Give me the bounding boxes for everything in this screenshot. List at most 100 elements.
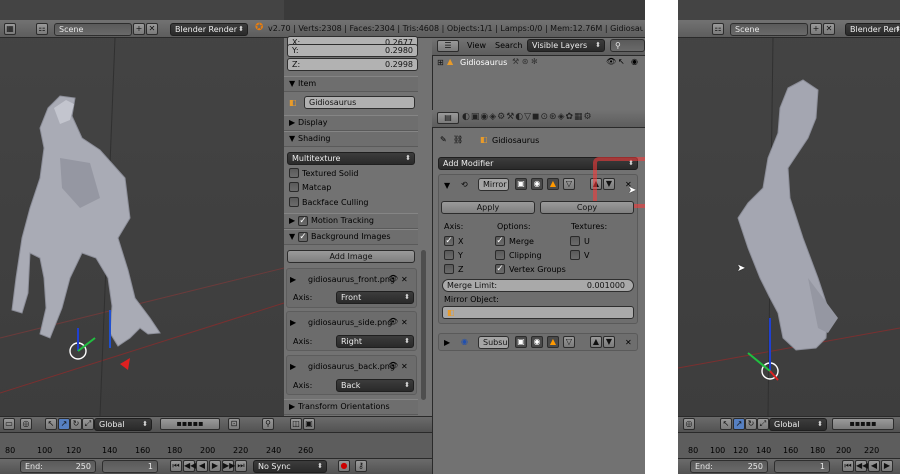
right-translate-icon[interactable]: ↗ [733, 418, 745, 430]
subsurf-expand-icon[interactable]: ▶ [444, 338, 450, 348]
location-y-field[interactable]: Y: 0.2980 [287, 44, 418, 57]
subsurf-cage-icon[interactable]: ▽ [563, 336, 575, 348]
axis-y-checkbox[interactable] [444, 250, 454, 260]
vertex-groups-checkbox[interactable]: ✓ [495, 264, 505, 274]
bg-back-expand-icon[interactable]: ▶ [290, 362, 296, 372]
subsurf-name-field[interactable]: Subsur [478, 336, 509, 349]
snap-icon[interactable]: ⚲ [262, 418, 274, 430]
jump-start-icon[interactable]: ⏮ [170, 460, 182, 472]
subsurf-render-icon[interactable]: ▣ [515, 336, 527, 348]
mirror-name-field[interactable]: Mirror [478, 178, 509, 191]
right-render-engine-menu[interactable]: Blender Ren [845, 23, 900, 36]
matcap-checkbox[interactable] [289, 182, 299, 192]
bg-side-remove-icon[interactable]: ✕ [401, 318, 408, 328]
bg-front-remove-icon[interactable]: ✕ [401, 275, 408, 285]
object-name-field[interactable]: Gidiosaurus [304, 96, 415, 109]
layer-buttons-icon[interactable]: ▪▪▪▪▪ [160, 418, 220, 430]
next-key-icon[interactable]: ▶▶ [222, 460, 235, 472]
right-orientation-menu[interactable]: Global [769, 418, 827, 431]
bg-back-remove-icon[interactable]: ✕ [401, 362, 408, 372]
bg-side-eye-icon[interactable]: 👁 [388, 317, 398, 327]
right-play-icon[interactable]: ▶ [881, 460, 893, 472]
motion-tracking-checkbox[interactable]: ✓ [298, 216, 308, 226]
mirror-object-field[interactable]: ◧ [442, 306, 634, 319]
bg-back-axis-menu[interactable]: Back [336, 379, 414, 392]
mirror-collapse-icon[interactable]: ▼ [444, 181, 450, 191]
pivot-icon[interactable]: ◎ [20, 418, 32, 430]
right-scene-add-icon[interactable]: + [810, 23, 822, 35]
jump-end-icon[interactable]: ⏭ [235, 460, 247, 472]
mirror-view-icon[interactable]: ◉ [531, 178, 543, 190]
editor-type-icon[interactable]: ▦ [4, 23, 16, 35]
current-frame-field[interactable]: 1 [102, 460, 158, 473]
mirror-render-icon[interactable]: ▣ [515, 178, 527, 190]
outliner-expand-icon[interactable]: ⊞ [437, 58, 444, 68]
merge-checkbox[interactable]: ✓ [495, 236, 505, 246]
right-play-reverse-icon[interactable]: ◀ [868, 460, 880, 472]
bg-front-expand-icon[interactable]: ▶ [290, 275, 296, 285]
right-scale-icon[interactable]: ⤢ [757, 418, 769, 430]
bg-back-eye-icon[interactable]: 👁 [388, 361, 398, 371]
mirror-edit-icon[interactable]: ▲ [547, 178, 559, 190]
scene-add-icon[interactable]: + [133, 23, 145, 35]
merge-limit-field[interactable]: Merge Limit: 0.001000 [442, 279, 634, 292]
bg-side-axis-menu[interactable]: Right [336, 335, 414, 348]
outliner-editor-icon[interactable]: ☰ [437, 40, 459, 52]
end-frame-field[interactable]: End: 250 [20, 460, 96, 473]
texture-u-checkbox[interactable] [570, 236, 580, 246]
apply-button[interactable]: Apply [441, 201, 535, 214]
subsurf-move-down-icon[interactable]: ▼ [603, 336, 615, 348]
texture-v-checkbox[interactable] [570, 250, 580, 260]
n-panel-scrollbar[interactable] [421, 250, 426, 400]
right-manipulator-icon[interactable]: ↖ [720, 418, 732, 430]
axis-x-checkbox[interactable]: ✓ [444, 236, 454, 246]
bg-front-eye-icon[interactable]: 👁 [388, 274, 398, 284]
outliner-eye-icon[interactable]: 👁 [606, 57, 616, 67]
properties-context-icons[interactable]: ◐▣◉◈⚙⚒◐▽◼⊙⊛◈✿▦⚙ [462, 112, 593, 122]
sync-menu[interactable]: No Sync [253, 460, 327, 473]
textured-solid-checkbox[interactable] [289, 168, 299, 178]
subsurf-edit-icon[interactable]: ▲ [547, 336, 559, 348]
copy-button[interactable]: Copy [540, 201, 634, 214]
clipping-checkbox[interactable] [495, 250, 505, 260]
axis-z-checkbox[interactable] [444, 264, 454, 274]
play-icon[interactable]: ▶ [209, 460, 221, 472]
right-end-frame-field[interactable]: End: 250 [690, 460, 768, 473]
right-pivot-icon[interactable]: ◎ [683, 418, 695, 430]
subsurf-move-up-icon[interactable]: ▲ [590, 336, 602, 348]
manipulator-icon[interactable]: ↖ [45, 418, 57, 430]
backface-checkbox[interactable] [289, 197, 299, 207]
subsurf-remove-icon[interactable]: ✕ [625, 338, 632, 348]
right-current-frame-field[interactable]: 1 [774, 460, 830, 473]
scene-close-icon[interactable]: ✕ [146, 23, 158, 35]
bg-side-expand-icon[interactable]: ▶ [290, 318, 296, 328]
record-icon[interactable]: ● [338, 460, 350, 472]
orientation-menu[interactable]: Global [94, 418, 152, 431]
right-jump-start-icon[interactable]: ⏮ [842, 460, 854, 472]
outliner-object-name[interactable]: Gidiosaurus [460, 58, 507, 68]
keying-icon[interactable]: ⚷ [355, 460, 367, 472]
right-layout-icon[interactable]: ⚏ [712, 23, 724, 35]
pin-icon[interactable]: ✎ [440, 135, 447, 145]
right-prev-key-icon[interactable]: ◀◀ [855, 460, 868, 472]
rotate-icon[interactable]: ↻ [70, 418, 82, 430]
outliner-render-icon[interactable]: ◉ [631, 57, 638, 67]
right-layer-buttons-icon[interactable]: ▪▪▪▪▪ [832, 418, 894, 430]
prev-key-icon[interactable]: ◀◀ [183, 460, 196, 472]
left-character-mesh[interactable] [0, 38, 284, 416]
snap-element-icon[interactable]: ▣ [303, 418, 315, 430]
add-image-button[interactable]: Add Image [287, 250, 415, 263]
scale-icon[interactable]: ⤢ [82, 418, 94, 430]
shading-mode-menu[interactable]: Multitexture [287, 152, 415, 165]
scene-field[interactable]: Scene [54, 23, 132, 36]
outliner-search-field[interactable]: ⚲ [610, 39, 645, 52]
outliner-search-menu[interactable]: Search [495, 41, 522, 51]
play-reverse-icon[interactable]: ◀ [196, 460, 208, 472]
right-scene-close-icon[interactable]: ✕ [823, 23, 835, 35]
background-images-checkbox[interactable]: ✓ [298, 232, 308, 242]
right-character-mesh[interactable] [678, 38, 900, 416]
location-z-field[interactable]: Z: 0.2998 [287, 58, 418, 71]
render-engine-menu[interactable]: Blender Render [170, 23, 248, 36]
view-mode-icon[interactable]: ▭ [3, 418, 15, 430]
mirror-cage-icon[interactable]: ▽ [563, 178, 575, 190]
